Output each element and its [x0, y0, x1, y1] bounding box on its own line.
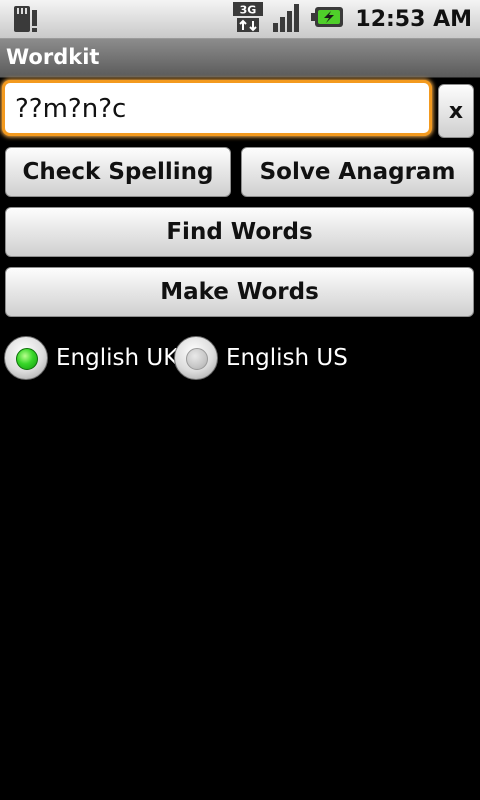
search-input-container[interactable]: [2, 80, 432, 136]
battery-charging-icon: [311, 4, 345, 34]
network-3g-icon: 3G: [233, 1, 265, 37]
find-words-button[interactable]: Find Words: [5, 207, 474, 257]
make-words-button[interactable]: Make Words: [5, 267, 474, 317]
radio-english-us[interactable]: English US: [174, 336, 348, 380]
clock-time: 12:53 AM: [355, 6, 472, 32]
radio-button-icon[interactable]: [174, 336, 218, 380]
radio-english-uk[interactable]: English UK: [4, 336, 178, 380]
solve-anagram-button[interactable]: Solve Anagram: [241, 147, 474, 197]
check-spelling-button[interactable]: Check Spelling: [5, 147, 231, 197]
app-title: Wordkit: [6, 45, 100, 69]
app-title-bar: Wordkit: [0, 39, 480, 78]
radio-button-icon[interactable]: [4, 336, 48, 380]
clear-button[interactable]: x: [438, 84, 474, 138]
status-bar: 3G 12:53 AM: [0, 0, 480, 39]
radio-label-english-uk: English UK: [56, 345, 179, 371]
search-input[interactable]: [15, 93, 415, 125]
sd-card-icon: [10, 4, 42, 34]
svg-text:3G: 3G: [240, 4, 257, 17]
signal-icon: [271, 1, 305, 37]
radio-label-english-us: English US: [226, 345, 348, 371]
